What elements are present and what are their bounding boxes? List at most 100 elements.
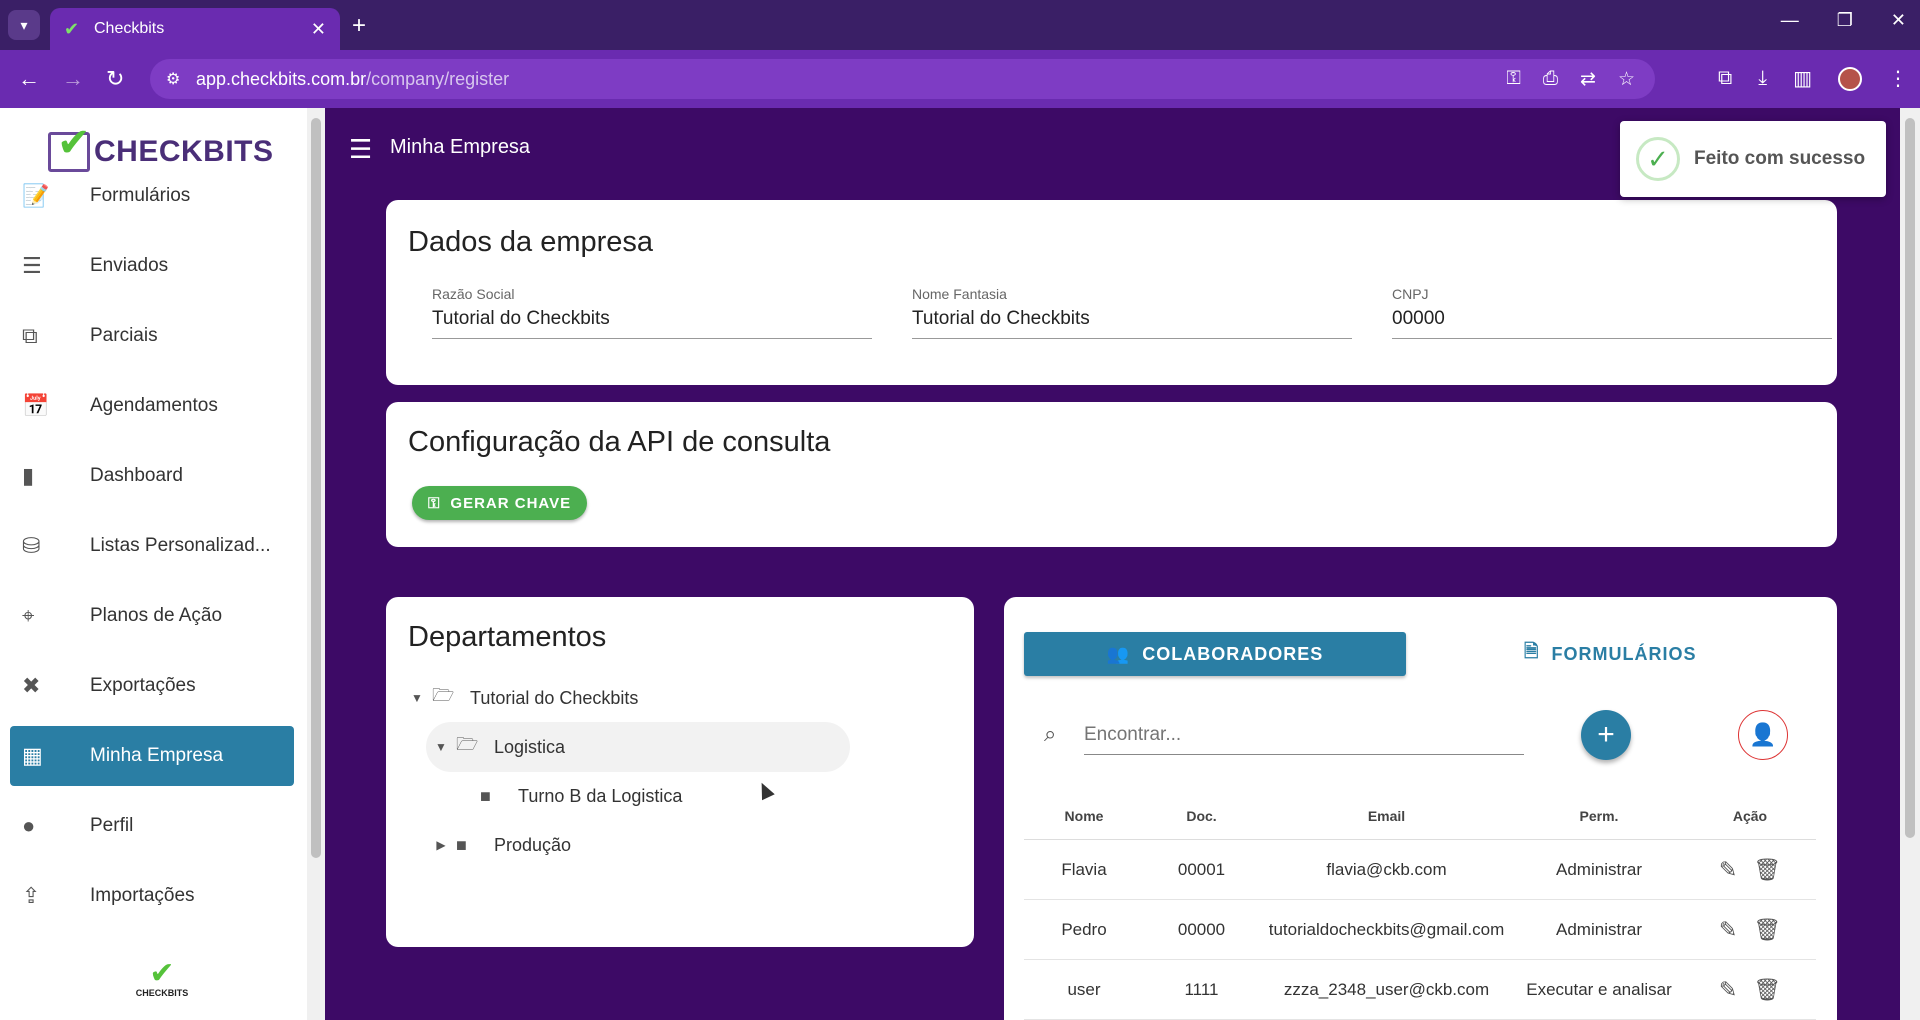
- caret-right-icon[interactable]: ▶: [426, 838, 456, 852]
- sidebar-item-label: Exportações: [90, 675, 196, 696]
- col-perm[interactable]: Perm.: [1514, 808, 1684, 824]
- edit-icon[interactable]: ✎: [1719, 917, 1737, 943]
- members-table: Nome Doc. Email Perm. Ação Flavia 00001 fl…: [1024, 792, 1816, 1020]
- members-card: 👥 COLABORADORES 🗎 FORMULÁRIOS ⌕ + 👤 Nome…: [1004, 597, 1837, 1020]
- success-toast: ✓ Feito com sucesso: [1620, 121, 1886, 197]
- nome-fantasia-field[interactable]: Nome Fantasia Tutorial do Checkbits: [912, 286, 1352, 339]
- forward-icon[interactable]: →: [62, 66, 84, 92]
- api-config-title: Configuração da API de consulta: [408, 426, 831, 458]
- cell-email: zzza_2348_user@ckb.com: [1283, 979, 1490, 999]
- sidebar-item-4[interactable]: ▮ Dashboard: [10, 446, 294, 506]
- key-icon: ⚿: [428, 494, 441, 512]
- sidebar-item-2[interactable]: ⧉ Parciais: [10, 306, 294, 366]
- hamburger-menu-icon[interactable]: ☰: [349, 134, 372, 165]
- main-content: ☰ Minha Empresa Dados da empresa Razão S…: [325, 108, 1900, 1020]
- translate-icon[interactable]: ⇄: [1580, 68, 1596, 91]
- page-title: Minha Empresa: [390, 136, 531, 158]
- folder-icon: ■: [480, 785, 491, 806]
- cell-perm: Administrar: [1556, 859, 1642, 879]
- api-config-card: Configuração da API de consulta ⚿ GERAR …: [386, 402, 1837, 547]
- row-actions: ✎ 🗑: [1684, 917, 1816, 943]
- tab-formularios[interactable]: 🗎 FORMULÁRIOS: [1524, 632, 1724, 676]
- extensions-icon[interactable]: ⧉: [1718, 67, 1732, 90]
- caret-down-icon[interactable]: ▼: [402, 691, 432, 705]
- cell-doc: 00000: [1177, 919, 1226, 939]
- tab-colaboradores[interactable]: 👥 COLABORADORES: [1024, 632, 1406, 676]
- add-member-button[interactable]: +: [1581, 710, 1631, 760]
- search-input[interactable]: [1084, 715, 1524, 755]
- sidebar: ✔ CHECKBITS 📝 Formulários ☰ Enviados ⧉ Parcia…: [0, 108, 307, 1020]
- tree-node-label: Logistica: [494, 736, 566, 757]
- edit-icon[interactable]: ✎: [1719, 977, 1737, 1003]
- import-icon: ⇪: [22, 883, 41, 908]
- generate-key-button[interactable]: ⚿ GERAR CHAVE: [412, 486, 588, 520]
- delete-icon[interactable]: 🗑: [1753, 917, 1781, 943]
- sidebar-item-6[interactable]: ⌖ Planos de Ação: [10, 586, 294, 646]
- sidebar-item-1[interactable]: ☰ Enviados: [10, 236, 294, 296]
- cnpj-field[interactable]: CNPJ 00000: [1392, 286, 1832, 339]
- side-panel-icon[interactable]: ▥: [1793, 66, 1812, 91]
- sidebar-item-7[interactable]: ✖ Exportações: [10, 656, 294, 716]
- delete-icon[interactable]: 🗑: [1753, 857, 1781, 883]
- restore-icon[interactable]: ❐: [1837, 10, 1853, 31]
- sidebar-item-9[interactable]: ● Perfil: [10, 796, 294, 856]
- minimize-icon[interactable]: —: [1781, 10, 1799, 31]
- partial-icon: ⧉: [22, 323, 38, 348]
- delete-icon[interactable]: 🗑: [1753, 977, 1781, 1003]
- tab-title: Checkbits: [94, 20, 165, 37]
- col-doc[interactable]: Doc.: [1144, 808, 1259, 824]
- download-icon[interactable]: ⤓: [1758, 67, 1767, 90]
- footer-logo: ✔ CHECKBITS: [132, 957, 192, 999]
- tree-node[interactable]: ▶ ■ Produção: [426, 820, 850, 870]
- database-icon: ⛁: [22, 533, 41, 558]
- sidebar-item-8[interactable]: ▦ Minha Empresa: [10, 726, 294, 786]
- tree-node[interactable]: ▼ 🗁 Logistica: [426, 722, 850, 772]
- sidebar-item-0[interactable]: 📝 Formulários: [10, 166, 294, 226]
- bar-chart-icon: ▮: [22, 463, 35, 488]
- password-key-icon[interactable]: ⚿: [1506, 68, 1520, 91]
- tree-node[interactable]: ■ Turno B da Logistica: [450, 771, 850, 821]
- back-icon[interactable]: ←: [18, 66, 40, 92]
- close-window-icon[interactable]: ✕: [1891, 10, 1906, 31]
- col-nome[interactable]: Nome: [1024, 808, 1144, 824]
- disabled-users-button[interactable]: 👤: [1738, 710, 1788, 760]
- browser-tab[interactable]: ✔ Checkbits ✕: [50, 8, 340, 50]
- site-settings-icon[interactable]: ⚙: [166, 69, 180, 89]
- company-data-card: Dados da empresa Razão Social Tutorial d…: [386, 200, 1837, 385]
- calendar-icon: 📅: [22, 393, 50, 418]
- target-icon: ⌖: [22, 603, 35, 628]
- tree-node[interactable]: ▼ 🗁 Tutorial do Checkbits: [402, 673, 850, 723]
- sidebar-item-3[interactable]: 📅 Agendamentos: [10, 376, 294, 436]
- tab-list-chevron-icon[interactable]: ▾: [8, 10, 40, 40]
- edit-icon[interactable]: ✎: [1719, 857, 1737, 883]
- sidebar-menu: 📝 Formulários ☰ Enviados ⧉ Parciais 📅 Agendamen…: [10, 166, 294, 936]
- browser-menu-icon[interactable]: ⋮: [1888, 66, 1908, 91]
- group-icon: 👥: [1106, 643, 1131, 664]
- reload-icon[interactable]: ↻: [106, 66, 124, 92]
- col-email[interactable]: Email: [1259, 808, 1514, 824]
- folder-icon: ■: [456, 834, 467, 855]
- main-scrollbar[interactable]: [1900, 108, 1920, 1020]
- bookmark-star-icon[interactable]: ☆: [1618, 68, 1635, 91]
- toast-message: Feito com sucesso: [1694, 148, 1866, 169]
- install-app-icon[interactable]: ⎙: [1543, 68, 1558, 91]
- sent-icon: ☰: [22, 253, 42, 278]
- url-host: app.checkbits.com.br: [196, 68, 367, 89]
- new-tab-icon[interactable]: +: [352, 12, 366, 40]
- sidebar-item-5[interactable]: ⛁ Listas Personalizad...: [10, 516, 294, 576]
- caret-down-icon[interactable]: ▼: [426, 740, 456, 754]
- browser-tabbar: ▾ ✔ Checkbits ✕ + — ❐ ✕: [0, 0, 1920, 50]
- close-tab-icon[interactable]: ✕: [311, 19, 326, 40]
- row-actions: ✎ 🗑: [1684, 977, 1816, 1003]
- sidebar-item-10[interactable]: ⇪ Importações: [10, 866, 294, 926]
- razao-social-field[interactable]: Razão Social Tutorial do Checkbits: [432, 286, 872, 339]
- footer-check-icon: ✔: [149, 957, 175, 990]
- departments-card: Departamentos ▼ 🗁 Tutorial do Checkbits ▼ 🗁 L…: [386, 597, 974, 947]
- address-bar[interactable]: ⚙ app.checkbits.com.br/company/register …: [150, 59, 1655, 99]
- sidebar-scrollbar[interactable]: [307, 108, 325, 1020]
- member-search: ⌕: [1044, 715, 1524, 755]
- cell-perm: Executar e analisar: [1526, 979, 1672, 999]
- tree-node-label: Tutorial do Checkbits: [470, 687, 639, 708]
- profile-avatar[interactable]: [1838, 66, 1862, 91]
- sidebar-item-label: Planos de Ação: [90, 605, 223, 626]
